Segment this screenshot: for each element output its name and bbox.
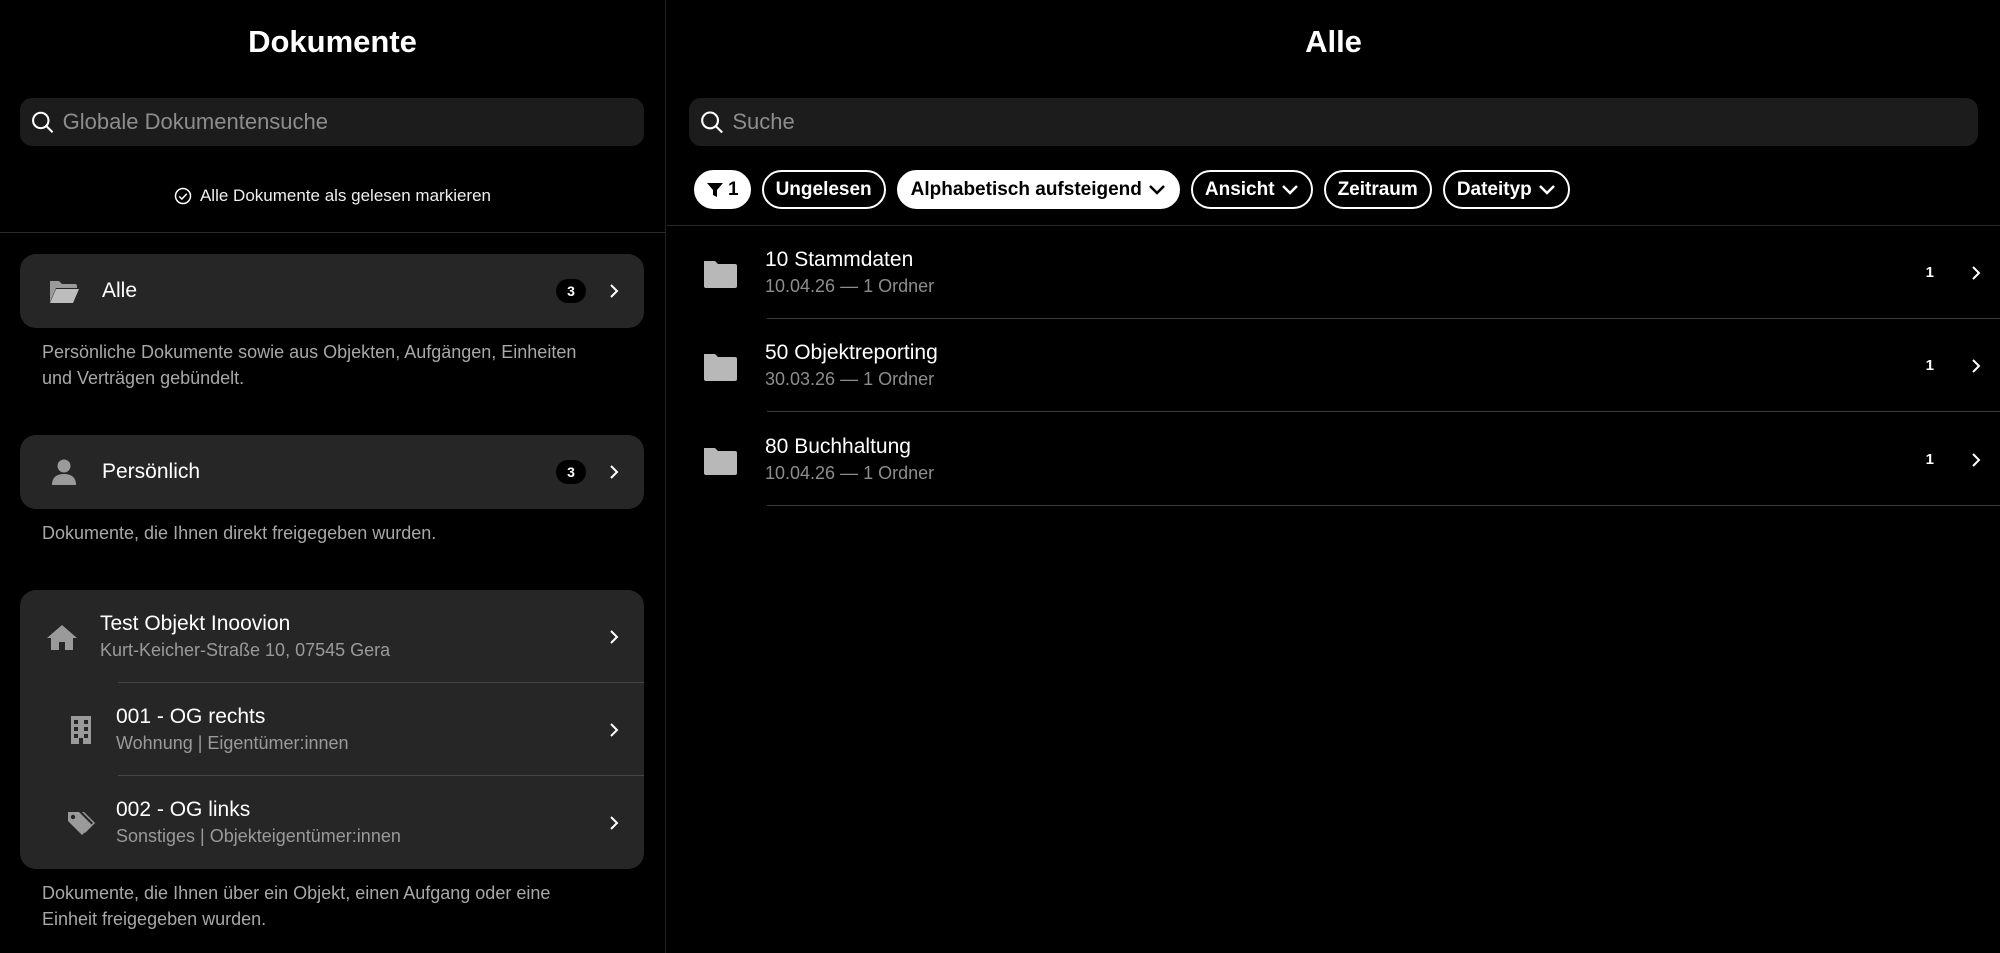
chevron-right-icon	[610, 815, 619, 830]
documents-sidebar: Dokumente Alle Dokumente als gelesen mar…	[0, 0, 666, 953]
section-persoenlich[interactable]: Persönlich 3	[20, 435, 644, 509]
section-alle-count: 3	[556, 279, 586, 303]
object-item-main[interactable]: Test Objekt Inoovion Kurt-Keicher-Straße…	[20, 590, 644, 683]
check-circle-icon	[174, 187, 192, 205]
folder-item[interactable]: 10 Stammdaten 10.04.26 — 1 Ordner 1	[667, 226, 2000, 319]
folder-count: 1	[1925, 357, 1934, 374]
folder-open-icon	[46, 273, 82, 309]
filetype-dropdown[interactable]: Dateityp	[1442, 170, 1570, 209]
tags-icon	[66, 807, 96, 839]
folder-name: 50 Objektreporting	[765, 341, 938, 364]
filter-bar: 1 Ungelesen Alphabetisch aufsteigend Ans…	[694, 170, 1570, 209]
unit-001-meta: Wohnung | Eigentümer:innen	[116, 733, 349, 753]
filetype-label: Dateityp	[1456, 178, 1532, 200]
object-main-name: Test Objekt Inoovion	[100, 612, 291, 635]
section-persoenlich-description: Dokumente, die Ihnen direkt freigegeben …	[42, 523, 437, 543]
folder-meta: 10.04.26 — 1 Ordner	[765, 463, 935, 483]
folder-name: 80 Buchhaltung	[765, 435, 911, 458]
chevron-right-icon	[1972, 265, 1981, 280]
building-icon	[66, 714, 96, 746]
unread-filter-chip[interactable]: Ungelesen	[761, 170, 886, 209]
section-persoenlich-count: 3	[556, 460, 586, 484]
chevron-right-icon	[1972, 358, 1981, 373]
divider	[767, 505, 2000, 506]
folder-meta: 30.03.26 — 1 Ordner	[765, 369, 935, 389]
chevron-right-icon	[610, 465, 619, 479]
folder-count: 1	[1925, 451, 1934, 468]
unit-item-001[interactable]: 001 - OG rechts Wohnung | Eigentümer:inn…	[20, 683, 644, 776]
section-alle-description: Persönliche Dokumente sowie aus Objekten…	[42, 342, 577, 388]
house-icon	[44, 619, 80, 655]
sidebar-title: Dokumente	[248, 24, 417, 59]
search-icon	[32, 111, 54, 133]
chevron-right-icon	[610, 722, 619, 737]
chevron-right-icon	[610, 284, 619, 298]
unit-item-002[interactable]: 002 - OG links Sonstiges | Objekteigentü…	[20, 776, 644, 869]
search-input[interactable]	[732, 109, 1978, 135]
folder-icon	[704, 447, 737, 475]
unit-002-meta: Sonstiges | Objekteigentümer:innen	[116, 826, 401, 846]
chevron-down-icon	[1148, 184, 1165, 195]
section-alle[interactable]: Alle 3	[20, 254, 644, 328]
objects-card: Test Objekt Inoovion Kurt-Keicher-Straße…	[20, 590, 644, 869]
divider	[0, 232, 666, 233]
section-alle-label: Alle	[102, 279, 138, 302]
global-search-field[interactable]	[20, 98, 644, 146]
folder-name: 10 Stammdaten	[765, 248, 914, 271]
objects-description: Dokumente, die Ihnen über ein Objekt, ei…	[42, 883, 551, 929]
documents-main: Alle 1 Ungelesen Alphabetisch aufsteigen…	[667, 0, 2000, 953]
filter-button[interactable]: 1	[694, 170, 751, 209]
object-main-address: Kurt-Keicher-Straße 10, 07545 Gera	[100, 640, 391, 660]
period-label: Zeitraum	[1337, 178, 1418, 200]
sort-label: Alphabetisch aufsteigend	[910, 178, 1142, 200]
unread-filter-label: Ungelesen	[775, 178, 872, 200]
chevron-down-icon	[1538, 184, 1555, 195]
chevron-right-icon	[1972, 452, 1981, 467]
filter-count: 1	[728, 178, 739, 200]
folder-count: 1	[1925, 264, 1934, 281]
filter-icon	[707, 182, 723, 197]
unit-001-name: 001 - OG rechts	[116, 705, 266, 728]
view-label: Ansicht	[1204, 178, 1275, 200]
unit-002-name: 002 - OG links	[116, 798, 251, 821]
period-filter-chip[interactable]: Zeitraum	[1323, 170, 1432, 209]
view-dropdown[interactable]: Ansicht	[1190, 170, 1313, 209]
mark-all-read-label: Alle Dokumente als gelesen markieren	[199, 186, 492, 205]
section-persoenlich-label: Persönlich	[102, 460, 201, 483]
folder-meta: 10.04.26 — 1 Ordner	[765, 276, 935, 296]
global-search-input[interactable]	[62, 109, 644, 135]
search-icon	[701, 111, 723, 134]
sort-dropdown[interactable]: Alphabetisch aufsteigend	[896, 170, 1180, 209]
folder-item[interactable]: 80 Buchhaltung 10.04.26 — 1 Ordner 1	[667, 413, 2000, 506]
main-title: Alle	[1305, 24, 1362, 59]
folder-icon	[704, 260, 737, 288]
folder-item[interactable]: 50 Objektreporting 30.03.26 — 1 Ordner 1	[667, 319, 2000, 412]
chevron-right-icon	[610, 629, 619, 644]
search-field[interactable]	[689, 98, 1978, 146]
chevron-down-icon	[1281, 184, 1298, 195]
mark-all-read-button[interactable]: Alle Dokumente als gelesen markieren	[0, 186, 665, 206]
divider	[767, 411, 2000, 412]
person-icon	[46, 454, 82, 490]
folder-icon	[704, 353, 737, 381]
